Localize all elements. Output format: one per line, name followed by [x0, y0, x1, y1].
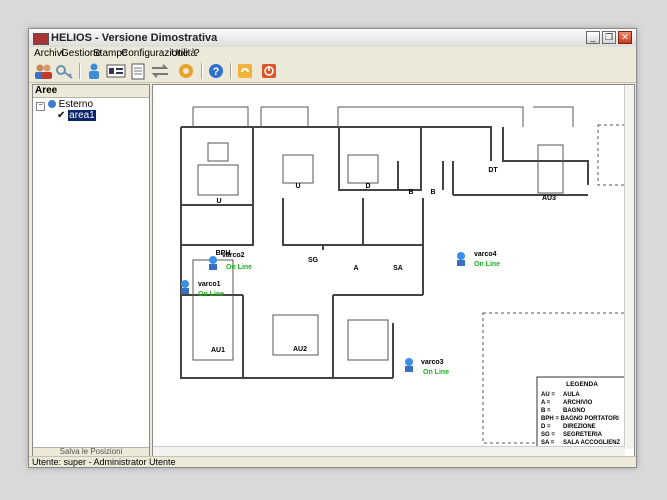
gate-name: varco4 [474, 251, 497, 258]
person-icon[interactable] [84, 62, 104, 80]
legend-code: AU = [541, 392, 555, 398]
room-label: SA [393, 265, 403, 272]
room-label: DT [488, 167, 498, 174]
tree-node-area1[interactable]: ✔ area1 [57, 110, 96, 121]
room-label: AU3 [542, 195, 556, 202]
floor-plan: U U D B B DT AU3 BPH SG A SA AU1 AU2 var… [180, 106, 628, 448]
areas-panel-title: Aree [33, 85, 149, 98]
restore-button[interactable]: ❐ [602, 31, 616, 44]
room-label: U [216, 198, 221, 205]
legend-label: ARCHIVIO [563, 400, 593, 406]
legend-label: SEGRETERIA [563, 432, 603, 438]
toolbar-separator [230, 63, 232, 79]
room-label: A [353, 265, 358, 272]
legend-box: LEGENDA AU = AULA A = ARCHIVIO B = BAGNO… [536, 376, 628, 448]
menu-bar: Archivi Gestione Stampe Configurazione U… [29, 47, 636, 60]
menu-archivi[interactable]: Archivi [34, 48, 64, 59]
globe-icon [47, 100, 56, 109]
window-title: HELIOS - Versione Dimostrativa [51, 32, 218, 44]
legend-title: LEGENDA [566, 381, 598, 388]
tree-node-label: Esterno [58, 99, 94, 110]
room-label: AU2 [293, 346, 307, 353]
legend-code: SG = [541, 432, 555, 438]
room-label: D [365, 183, 370, 190]
vertical-scrollbar[interactable] [624, 85, 634, 449]
room-label: U [295, 183, 300, 190]
floor-plan-view[interactable]: U U D B B DT AU3 BPH SG A SA AU1 AU2 var… [152, 84, 635, 457]
room-label: SG [308, 257, 319, 264]
status-bar: Utente: super - Administrator Utente [29, 456, 636, 467]
gate-status: On Line [198, 291, 224, 298]
gate-name: varco1 [198, 281, 221, 288]
help-icon[interactable]: ? [206, 62, 226, 80]
transfer-icon[interactable] [150, 62, 170, 80]
gate-status: On Line [226, 264, 252, 271]
menu-help[interactable]: ? [194, 48, 200, 59]
legend-label: AULA [563, 392, 580, 398]
save-positions-button[interactable]: Salva le Posizioni [33, 447, 149, 456]
room-label: B [430, 189, 435, 196]
key-icon[interactable] [55, 62, 75, 80]
close-button[interactable]: ✕ [618, 31, 632, 44]
gate-icon [457, 252, 465, 266]
lock-icon[interactable] [235, 62, 255, 80]
room-label: B [408, 189, 413, 196]
app-window: HELIOS - Versione Dimostrativa _ ❐ ✕ Arc… [28, 28, 637, 468]
legend-label: BAGNO [563, 408, 586, 414]
gate-status: On Line [474, 261, 500, 268]
toolbar-separator [79, 63, 81, 79]
gate-icon [405, 358, 413, 372]
power-icon[interactable] [259, 62, 279, 80]
collapse-icon[interactable]: − [36, 102, 45, 111]
horizontal-scrollbar[interactable] [153, 446, 625, 456]
svg-text:?: ? [213, 66, 220, 78]
check-icon: ✔ [57, 110, 66, 121]
legend-code: A = [541, 400, 551, 406]
users-icon[interactable] [33, 62, 53, 80]
room-label: AU1 [211, 347, 225, 354]
document-icon[interactable] [128, 62, 148, 80]
legend-code: B = [541, 408, 551, 414]
gate-name: varco3 [421, 359, 444, 366]
legend-code: BPH = BAGNO PORTATORI [541, 416, 619, 422]
minimize-button[interactable]: _ [586, 31, 600, 44]
gate-varco3[interactable]: varco3 On Line [405, 358, 449, 376]
tree-node-label: area1 [68, 110, 96, 121]
gate-varco4[interactable]: varco4 On Line [457, 251, 500, 268]
toolbar-separator [201, 63, 203, 79]
gate-icon [209, 256, 217, 270]
legend-label: DIREZIONE [563, 424, 596, 430]
toolbar: ? [29, 60, 636, 83]
app-icon [33, 33, 49, 45]
menu-utilita[interactable]: Utilità [171, 48, 196, 59]
settings-icon[interactable] [176, 62, 196, 80]
gate-name: varco2 [222, 252, 245, 259]
gate-icon [181, 280, 189, 294]
legend-code: D = [541, 424, 551, 430]
gate-status: On Line [423, 369, 449, 376]
title-bar: HELIOS - Versione Dimostrativa _ ❐ ✕ [29, 29, 636, 48]
areas-panel: Aree − Esterno ✔ area1 Salva le Posizion… [32, 84, 150, 457]
badge-icon[interactable] [106, 62, 126, 80]
